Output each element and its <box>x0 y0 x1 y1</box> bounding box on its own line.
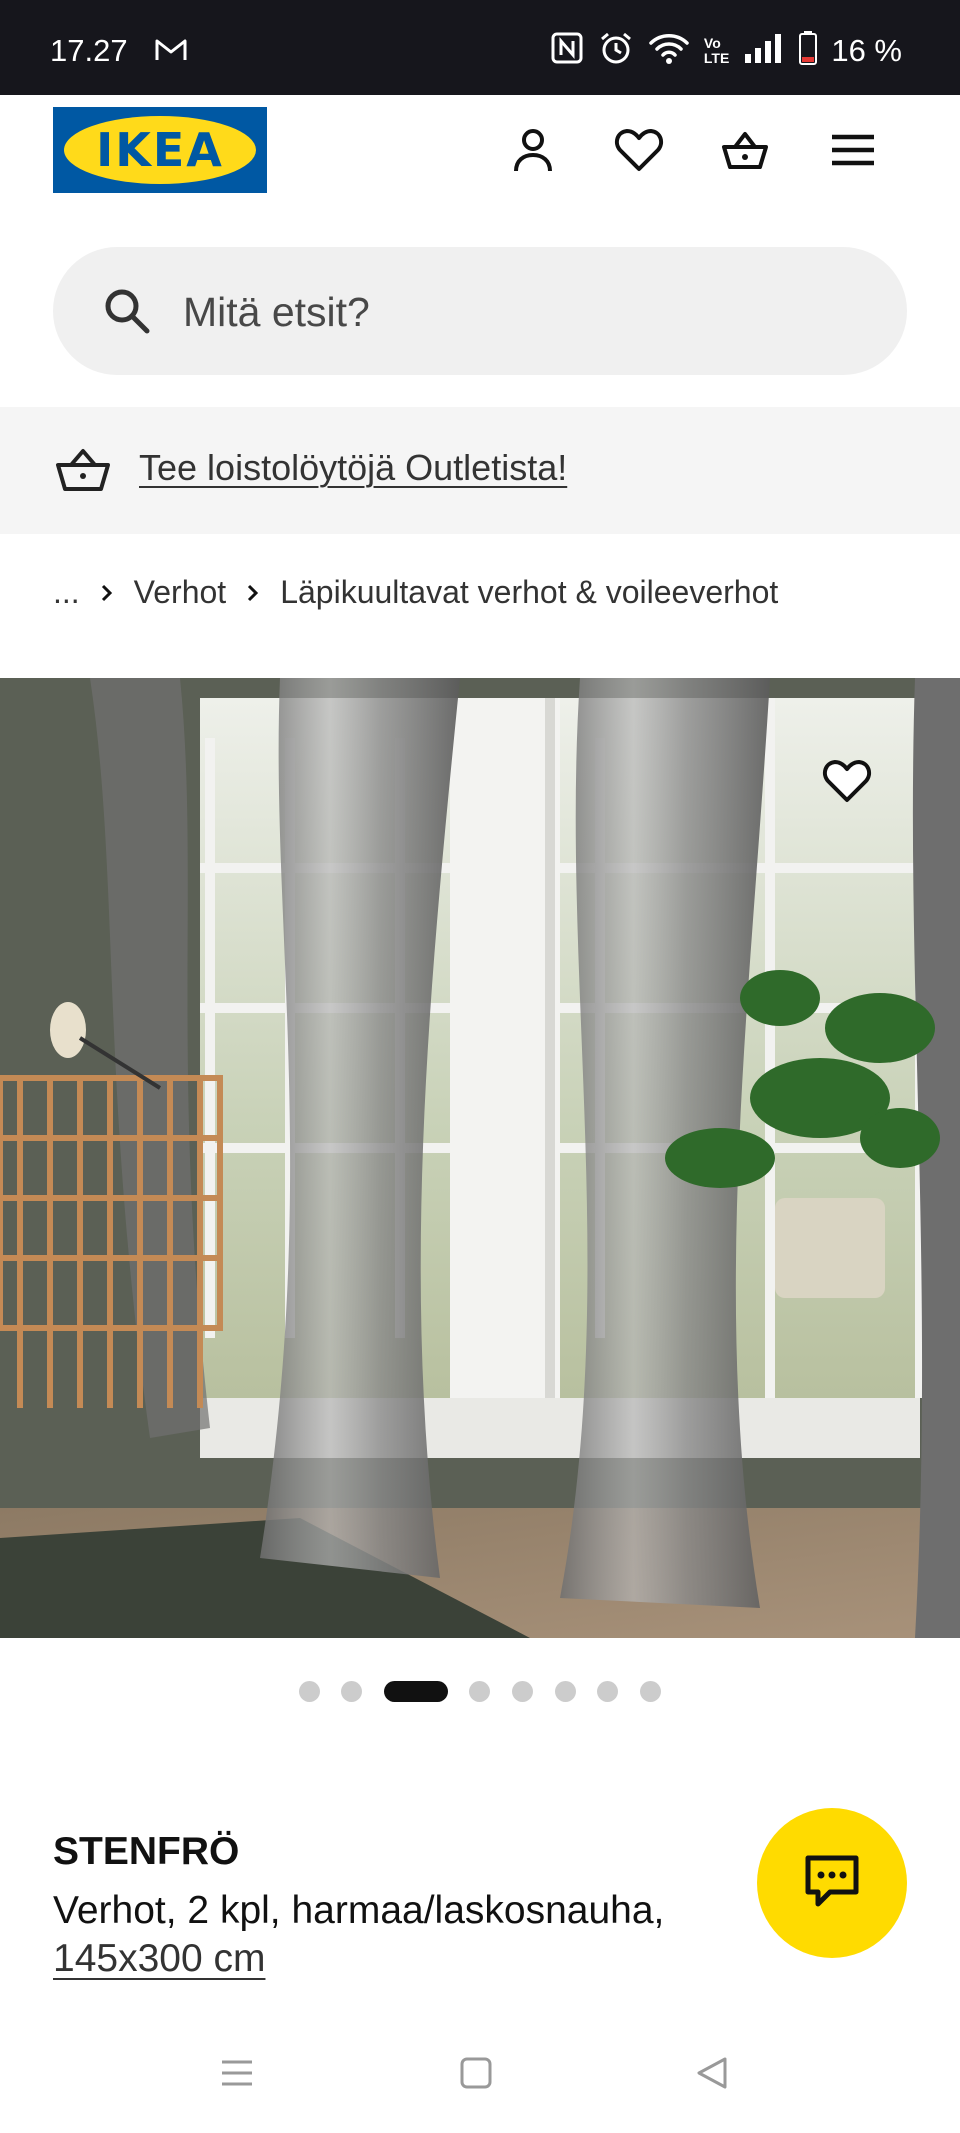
battery-icon <box>799 31 818 70</box>
account-icon[interactable] <box>508 125 558 175</box>
carousel-dot[interactable] <box>597 1681 618 1702</box>
chevron-right-icon <box>246 574 260 611</box>
home-icon[interactable] <box>457 2054 495 2097</box>
chat-button[interactable] <box>757 1808 907 1958</box>
menu-icon[interactable] <box>828 125 878 175</box>
carousel-dot[interactable] <box>299 1681 320 1702</box>
logo-text: IKEA <box>96 123 224 177</box>
carousel-dot-active[interactable] <box>384 1681 448 1702</box>
carousel-dot[interactable] <box>469 1681 490 1702</box>
system-navigation-bar <box>0 2040 960 2133</box>
ikea-logo[interactable]: IKEA <box>53 107 267 193</box>
nfc-icon <box>550 31 584 70</box>
recent-apps-icon[interactable] <box>218 2054 256 2097</box>
signal-icon <box>743 32 785 69</box>
shopping-basket-icon <box>55 445 111 500</box>
logo-oval: IKEA <box>64 116 256 184</box>
product-name: STENFRÖ <box>53 1830 240 1873</box>
status-time: 17.27 <box>50 33 128 68</box>
breadcrumb-ellipsis[interactable]: ... <box>53 574 80 611</box>
breadcrumb-item-current[interactable]: Läpikuultavat verhot & voileeverhot <box>280 574 778 611</box>
search-bar[interactable] <box>53 247 907 375</box>
status-bar: 17.27 Vo LTE 16 % <box>0 0 960 95</box>
breadcrumb-item-verhot[interactable]: Verhot <box>134 574 227 611</box>
carousel-dot[interactable] <box>512 1681 533 1702</box>
search-icon[interactable] <box>103 287 151 340</box>
add-to-wishlist-heart-icon[interactable] <box>822 756 884 818</box>
chat-bubble-icon <box>802 1854 862 1913</box>
outlet-promo-link[interactable]: Tee loistolöytöjä Outletista! <box>139 447 567 489</box>
gmail-icon <box>155 38 187 67</box>
battery-percent: 16 % <box>831 32 902 68</box>
carousel-dot[interactable] <box>640 1681 661 1702</box>
product-image[interactable] <box>0 678 960 1638</box>
product-photo-illustration <box>0 678 960 1638</box>
carousel-dot[interactable] <box>341 1681 362 1702</box>
alarm-icon <box>598 30 634 71</box>
breadcrumb: ... Verhot Läpikuultavat verhot & voilee… <box>53 570 778 614</box>
site-header: IKEA <box>0 95 960 205</box>
volte-icon: Vo LTE <box>703 34 730 66</box>
wishlist-heart-icon[interactable] <box>614 125 664 175</box>
product-description: Verhot, 2 kpl, harmaa/laskosnauha, <box>53 1889 665 1932</box>
carousel-dot[interactable] <box>555 1681 576 1702</box>
outlet-promo-banner[interactable]: Tee loistolöytöjä Outletista! <box>0 407 960 534</box>
wifi-icon <box>648 31 690 70</box>
shopping-basket-icon[interactable] <box>720 125 770 175</box>
chevron-right-icon <box>100 574 114 611</box>
search-input[interactable] <box>181 277 835 347</box>
product-size-link[interactable]: 145x300 cm <box>53 1937 265 1981</box>
back-icon[interactable] <box>693 2054 731 2097</box>
